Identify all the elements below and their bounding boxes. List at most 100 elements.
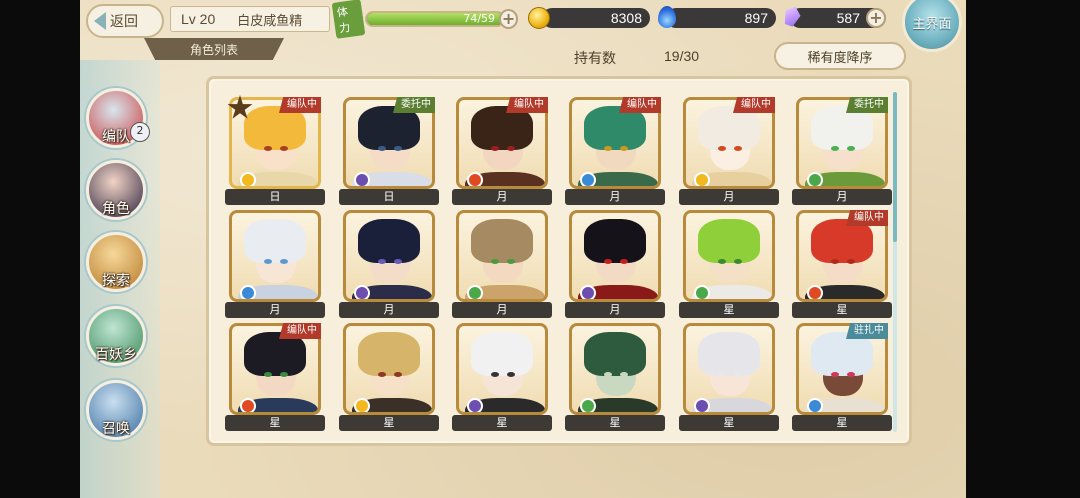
portrait-eye (620, 259, 628, 264)
portrait-eye (620, 146, 628, 151)
player-level: Lv 20 (181, 11, 216, 27)
attribute-icon (240, 172, 256, 186)
game-screen: 编队 2 角色 探索 百妖乡 召唤 返回 Lv 20 白皮咸鱼精 体力 74/59 + 8… (80, 0, 966, 498)
nav-item-1[interactable]: 角色 (84, 160, 148, 224)
character-list-label: 角色列表 (189, 42, 238, 57)
rank-label: 日 (339, 189, 439, 205)
portrait-eye (378, 146, 386, 151)
attribute-icon (694, 398, 710, 412)
character-card[interactable]: 编队中星 (792, 206, 892, 324)
grid-scrollbar[interactable] (893, 92, 897, 432)
attribute-icon (354, 172, 370, 186)
scroll-thumb[interactable] (893, 92, 897, 242)
character-portrait (569, 323, 661, 415)
character-card[interactable]: 星 (679, 206, 779, 324)
character-card[interactable]: 星 (452, 319, 552, 437)
attribute-icon (580, 285, 596, 299)
portrait-eye (507, 372, 515, 377)
portrait-eye (718, 146, 726, 151)
character-card[interactable]: 星 (679, 319, 779, 437)
character-list-tab[interactable]: 角色列表 (144, 38, 284, 60)
portrait-eye (734, 146, 742, 151)
portrait-hair (584, 332, 646, 376)
soul-orb-icon (658, 6, 676, 28)
attribute-icon (807, 172, 823, 186)
portrait-eye (604, 146, 612, 151)
portrait-eye (280, 372, 288, 377)
rank-label: 月 (452, 189, 552, 205)
portrait-hair (471, 332, 533, 376)
portrait-eye (491, 259, 499, 264)
character-card[interactable]: 月 (452, 206, 552, 324)
nav-item-2[interactable]: 探索 (84, 232, 148, 296)
rank-label: 星 (452, 415, 552, 431)
portrait-eye (394, 259, 402, 264)
back-button[interactable]: 返回 (86, 4, 164, 38)
character-card[interactable]: 月 (339, 206, 439, 324)
portrait-eye (394, 146, 402, 151)
portrait-hair (358, 332, 420, 376)
character-portrait (683, 210, 775, 302)
portrait-eye (718, 372, 726, 377)
owned-count-value: 19/30 (664, 48, 700, 64)
attribute-icon (580, 398, 596, 412)
character-card[interactable]: 星 (565, 319, 665, 437)
rank-label: 星 (792, 302, 892, 318)
portrait-eye (734, 259, 742, 264)
portrait-eye (394, 372, 402, 377)
portrait-eye (280, 259, 288, 264)
nav-item-0[interactable]: 编队 2 (84, 88, 150, 152)
character-portrait (569, 210, 661, 302)
attribute-icon (354, 285, 370, 299)
rank-label: 日 (225, 189, 325, 205)
add-stamina-button[interactable]: + (499, 9, 518, 29)
attribute-icon (467, 285, 483, 299)
crystal-value: 587 (836, 10, 860, 26)
player-name: 白皮咸鱼精 (237, 13, 303, 29)
nav-item-3[interactable]: 百妖乡 (84, 306, 148, 370)
character-card[interactable]: 编队中月 (452, 93, 552, 211)
portrait-hair (698, 332, 760, 376)
rank-label: 星 (679, 302, 779, 318)
nav-label: 角色 (102, 201, 130, 217)
back-label: 返回 (110, 14, 138, 30)
sort-button[interactable]: 稀有度降序 (774, 42, 906, 70)
attribute-icon (807, 285, 823, 299)
attribute-icon (354, 398, 370, 412)
character-card[interactable]: 星 (339, 319, 439, 437)
portrait-eye (604, 372, 612, 377)
character-portrait (456, 323, 548, 415)
portrait-eye (847, 146, 855, 151)
character-card[interactable]: 编队中月 (565, 93, 665, 211)
rank-label: 星 (225, 415, 325, 431)
character-grid-panel: 编队中日委托中日编队中月编队中月编队中月委托中月月月月月星编队中星编队中星星星星… (206, 76, 912, 446)
back-arrow-icon (94, 12, 106, 30)
character-card[interactable]: 月 (565, 206, 665, 324)
character-portrait (343, 323, 435, 415)
character-portrait (683, 323, 775, 415)
rank-label: 月 (565, 189, 665, 205)
character-card[interactable]: 驻扎中星 (792, 319, 892, 437)
portrait-eye (620, 372, 628, 377)
character-card[interactable]: 编队中星 (225, 319, 325, 437)
nav-label: 探索 (102, 273, 130, 289)
attribute-icon (694, 285, 710, 299)
character-card[interactable]: 委托中日 (339, 93, 439, 211)
character-card[interactable]: 编队中日 (225, 93, 325, 211)
portrait-eye (378, 259, 386, 264)
attribute-icon (240, 398, 256, 412)
rank-label: 星 (565, 415, 665, 431)
portrait-eye (847, 372, 855, 377)
character-portrait (343, 210, 435, 302)
add-crystal-button[interactable]: + (866, 8, 886, 28)
portrait-eye (507, 146, 515, 151)
character-card[interactable]: 委托中月 (792, 93, 892, 211)
attribute-icon (580, 172, 596, 186)
character-card[interactable]: 编队中月 (679, 93, 779, 211)
main-menu-label: 主界面 (912, 16, 952, 32)
rank-label: 星 (339, 415, 439, 431)
character-card[interactable]: 月 (225, 206, 325, 324)
nav-item-4[interactable]: 召唤 (84, 380, 148, 444)
stamina-bar: 74/59 (364, 11, 506, 27)
portrait-eye (507, 259, 515, 264)
